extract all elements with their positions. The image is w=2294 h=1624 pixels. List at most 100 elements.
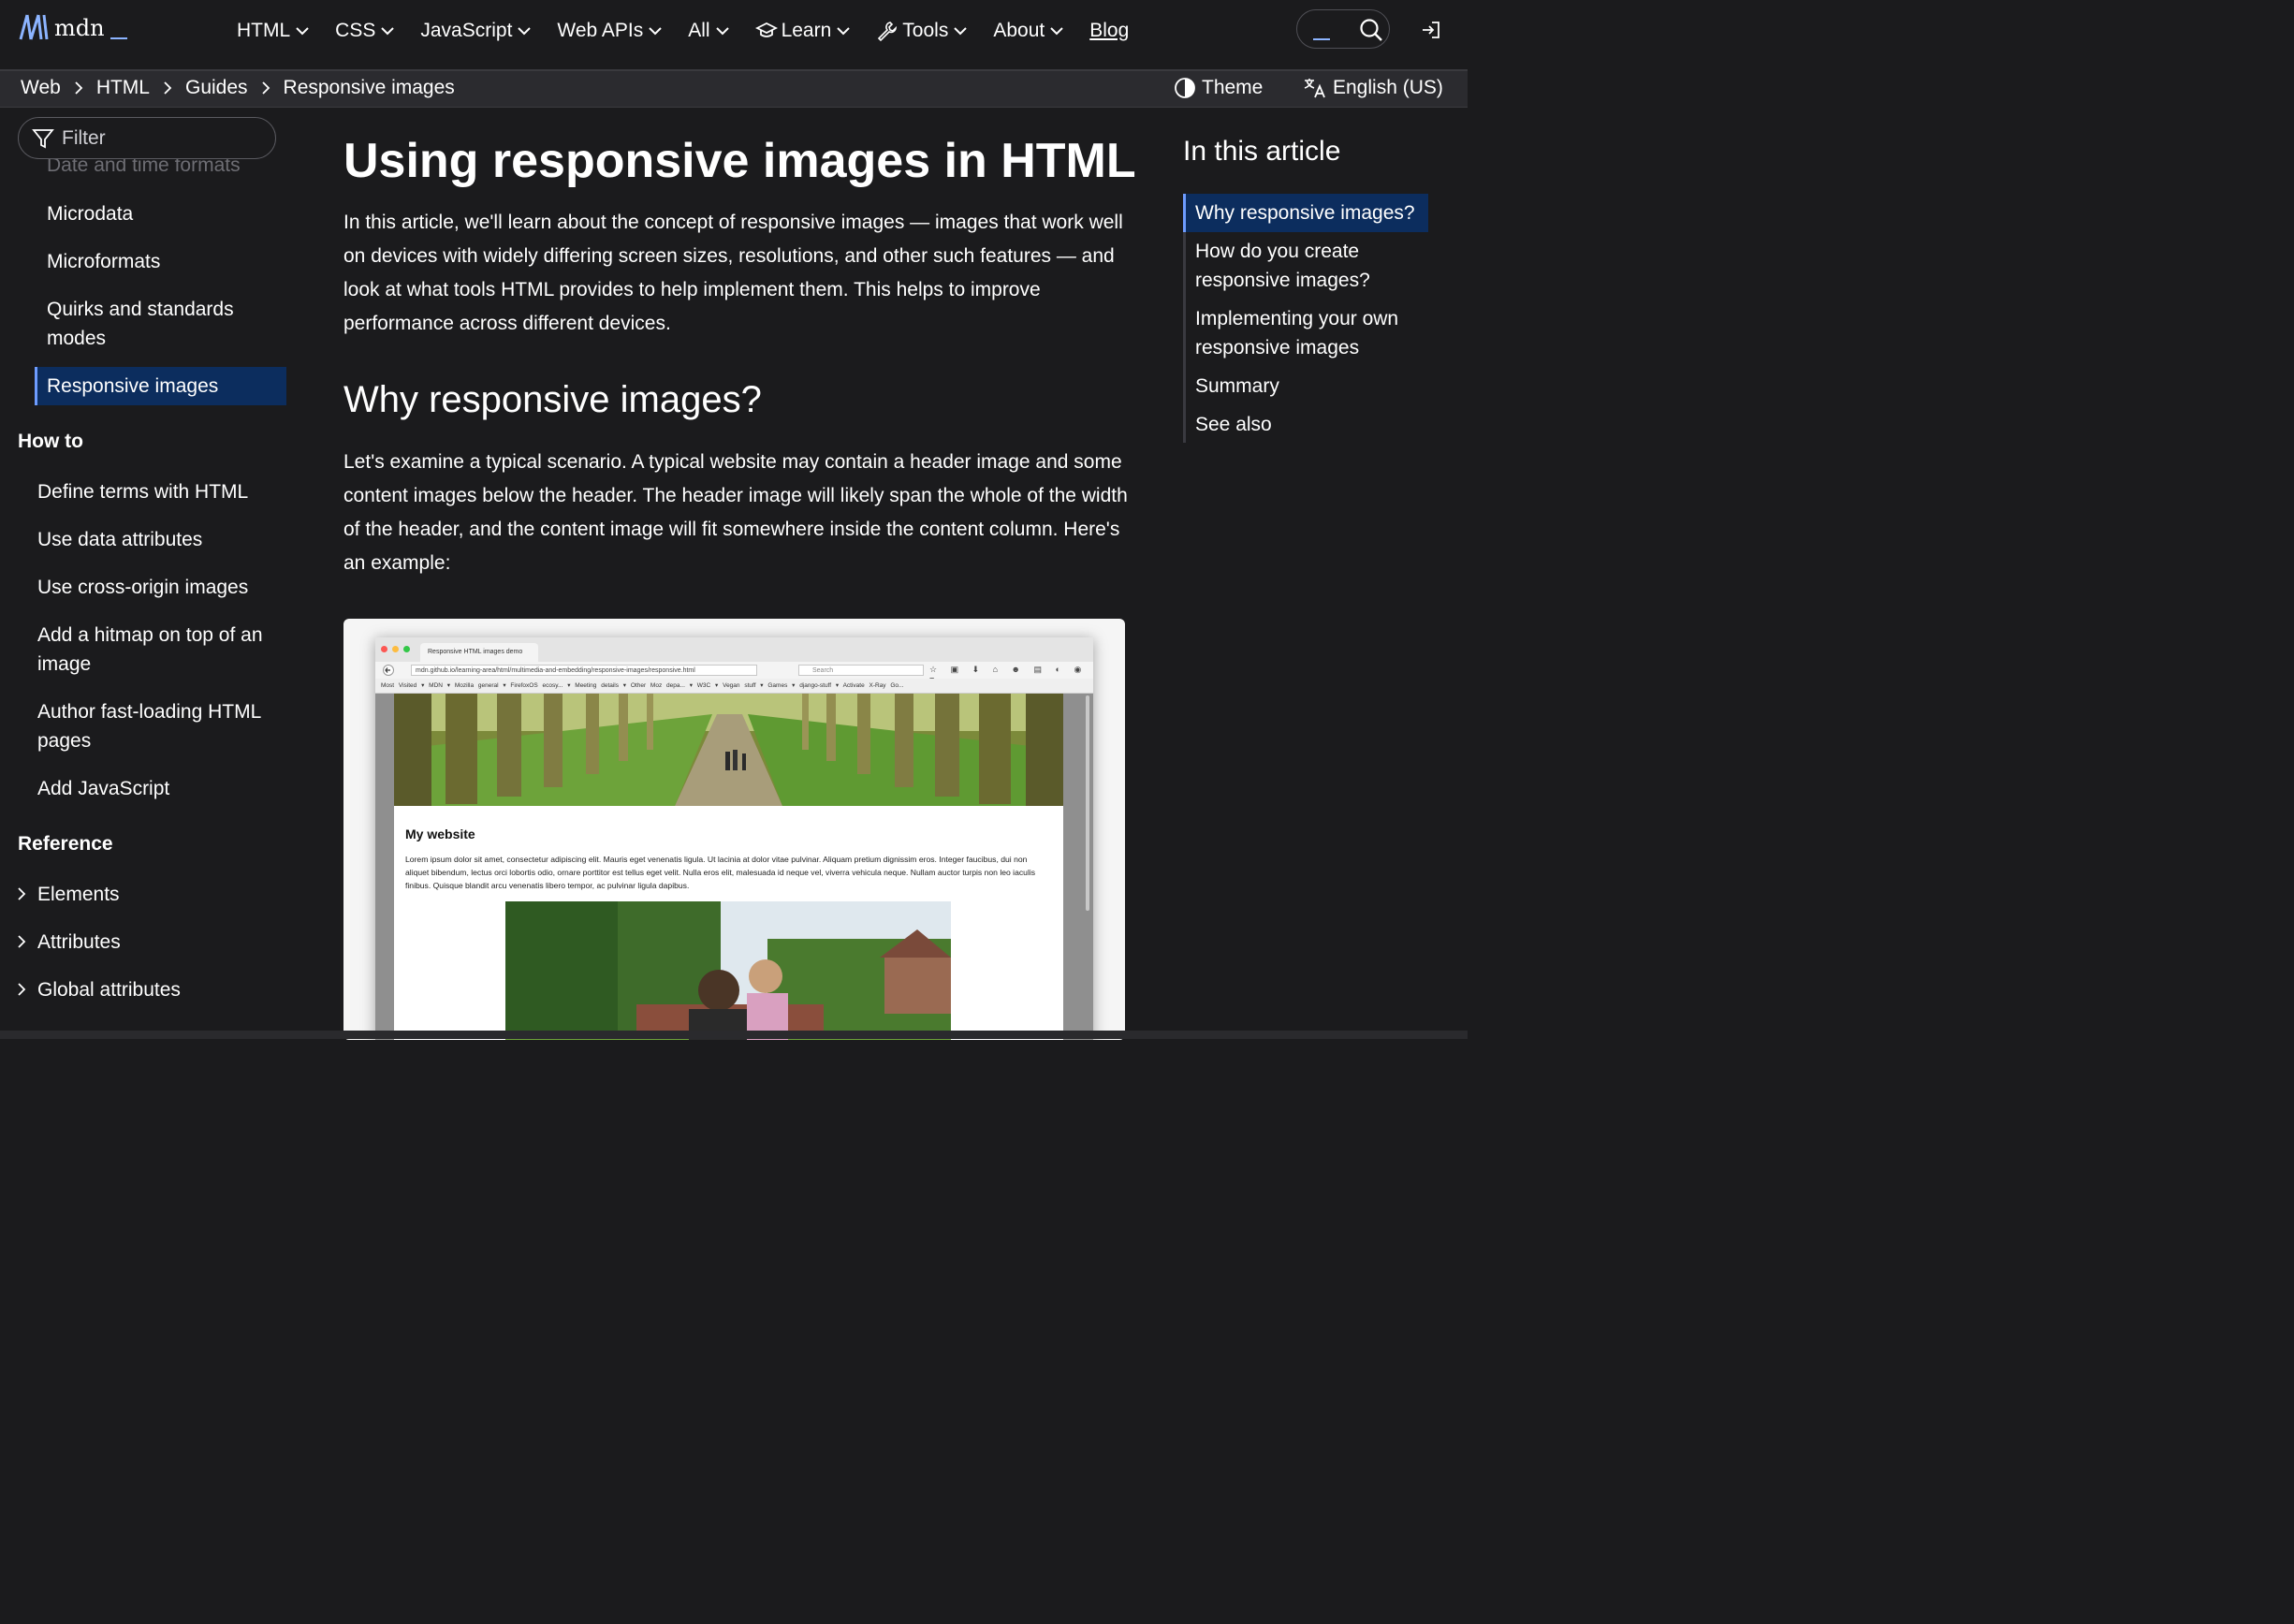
example-figure: Responsive HTML images demo mdn.github.i…: [343, 619, 1125, 1040]
section-heading: Why responsive images?: [343, 379, 762, 420]
screenshot-url: mdn.github.io/learning-area/html/multime…: [411, 665, 757, 676]
menu-tools-label: Tools: [902, 20, 949, 41]
menu-all[interactable]: All: [688, 17, 729, 45]
breadcrumb: Web HTML Guides Responsive images: [21, 77, 455, 99]
header-banner-image: [394, 694, 1063, 806]
mdn-logo[interactable]: mdn: [19, 13, 127, 41]
sidebar-item-attributes[interactable]: Attributes: [37, 928, 121, 957]
top-navigation: mdn HTML CSS JavaScript Web APIs All Lea…: [0, 0, 1468, 71]
toc-item-how-create[interactable]: How do you create responsive images?: [1195, 237, 1457, 295]
filter-input[interactable]: Filter: [18, 117, 276, 159]
demo-site: My website Lorem ipsum dolor sit amet, c…: [394, 694, 1063, 1040]
language-label: English (US): [1333, 77, 1443, 98]
sidebar-item-fast-loading[interactable]: Author fast-loading HTML pages: [37, 697, 281, 755]
wrench-icon: [878, 22, 898, 42]
menu-javascript[interactable]: JavaScript: [420, 17, 532, 45]
chevron-down-icon: [715, 27, 729, 36]
menu-learn[interactable]: Learn: [754, 17, 851, 45]
breadcrumb-bar: Web HTML Guides Responsive images Theme …: [0, 71, 1468, 108]
chevron-down-icon: [296, 27, 309, 36]
sidebar-item-microformats[interactable]: Microformats: [47, 247, 160, 276]
sidebar: Date and time formats Filter Microdata M…: [0, 108, 309, 1039]
toc-item-why[interactable]: Why responsive images?: [1195, 198, 1457, 227]
search-caret: [1313, 38, 1330, 40]
chevron-down-icon: [954, 27, 968, 36]
language-button[interactable]: English (US): [1303, 77, 1443, 99]
filter-placeholder: Filter: [62, 126, 106, 149]
theme-button[interactable]: Theme: [1174, 77, 1263, 99]
sidebar-item-microdata[interactable]: Microdata: [47, 199, 133, 228]
sidebar-item-cross-origin[interactable]: Use cross-origin images: [37, 573, 248, 602]
back-arrow-icon: [383, 665, 394, 676]
menu-about[interactable]: About: [993, 17, 1063, 45]
sidebar-heading-howto: How to: [18, 431, 83, 452]
search-icon: [1360, 19, 1382, 41]
toc-item-see-also[interactable]: See also: [1195, 410, 1457, 439]
translate-icon: [1304, 79, 1325, 98]
screenshot-tab: Responsive HTML images demo: [420, 643, 538, 662]
sidebar-item-quirks[interactable]: Quirks and standards modes: [47, 295, 271, 353]
sidebar-item-hitmap[interactable]: Add a hitmap on top of an image: [37, 621, 281, 679]
screenshot-search: Search: [798, 665, 924, 676]
mdn-m-icon: [19, 14, 49, 40]
sidebar-item-responsive-images[interactable]: Responsive images: [47, 372, 218, 401]
page-title: Using responsive images in HTML: [343, 134, 1136, 188]
menu-all-label: All: [688, 20, 710, 41]
menu-web-apis-label: Web APIs: [557, 20, 644, 41]
sidebar-heading-reference: Reference: [18, 833, 113, 855]
sidebar-item-global-attributes[interactable]: Global attributes: [37, 975, 181, 1004]
theme-icon: [1175, 78, 1195, 98]
search-button[interactable]: [1296, 9, 1390, 49]
sidebar-item-define-terms[interactable]: Define terms with HTML: [37, 477, 248, 506]
screenshot-tabbar: Responsive HTML images demo: [375, 637, 1093, 662]
sidebar-item-data-attributes[interactable]: Use data attributes: [37, 525, 202, 554]
menu-learn-label: Learn: [781, 20, 832, 41]
close-dot-icon: [381, 646, 387, 652]
chevron-right-icon: [18, 935, 26, 948]
demo-site-text: Lorem ipsum dolor sit amet, consectetur …: [405, 855, 1036, 890]
chevron-right-icon: [18, 983, 26, 996]
breadcrumb-html[interactable]: HTML: [96, 77, 150, 99]
screenshot-urlbar: mdn.github.io/learning-area/html/multime…: [375, 662, 1093, 684]
menu-javascript-label: JavaScript: [420, 20, 513, 41]
breadcrumb-guides[interactable]: Guides: [185, 77, 248, 99]
sidebar-item-elements[interactable]: Elements: [37, 880, 120, 909]
menu-web-apis[interactable]: Web APIs: [557, 17, 662, 45]
chevron-right-icon: [163, 81, 172, 95]
chevron-down-icon: [381, 27, 395, 36]
browser-screenshot: Responsive HTML images demo mdn.github.i…: [375, 637, 1093, 1040]
breadcrumb-responsive-images[interactable]: Responsive images: [284, 77, 455, 99]
scenario-paragraph: Let's examine a typical scenario. A typi…: [343, 451, 1128, 574]
chevron-down-icon: [518, 27, 532, 36]
toc-item-implementing[interactable]: Implementing your own responsive images: [1195, 304, 1457, 362]
login-icon[interactable]: [1421, 20, 1441, 40]
logo-cursor: [110, 37, 127, 39]
maximize-dot-icon: [403, 646, 410, 652]
screenshot-page: My website Lorem ipsum dolor sit amet, c…: [375, 694, 1093, 1040]
menu-blog-link[interactable]: Blog: [1089, 17, 1129, 45]
chevron-down-icon: [837, 27, 851, 36]
sidebar-item-add-javascript[interactable]: Add JavaScript: [37, 774, 169, 803]
main-menu: HTML CSS JavaScript Web APIs All Learn T…: [237, 17, 1129, 45]
menu-about-label: About: [993, 20, 1045, 41]
minimize-dot-icon: [392, 646, 399, 652]
theme-label: Theme: [1202, 77, 1264, 98]
menu-css[interactable]: CSS: [335, 17, 395, 45]
menu-css-label: CSS: [335, 20, 376, 41]
chevron-right-icon: [261, 81, 270, 95]
content-photo-image: [505, 901, 951, 1040]
menu-html[interactable]: HTML: [237, 17, 309, 45]
toc-item-summary[interactable]: Summary: [1195, 372, 1457, 401]
screenshot-scrollbar: [1086, 695, 1089, 911]
menu-html-label: HTML: [237, 20, 291, 41]
screenshot-bookmarks: Most Visited ▾ MDN ▾ Mozilla general ▾ F…: [375, 679, 1093, 694]
chevron-right-icon: [18, 887, 26, 900]
demo-site-title: My website: [405, 827, 475, 841]
filter-icon: [32, 128, 54, 148]
intro-paragraph: In this article, we'll learn about the c…: [343, 212, 1123, 334]
menu-tools[interactable]: Tools: [876, 17, 968, 45]
logo-text: mdn: [54, 15, 105, 41]
toc-title: In this article: [1183, 136, 1341, 167]
bottom-edge: [0, 1031, 1468, 1039]
breadcrumb-web[interactable]: Web: [21, 77, 61, 99]
